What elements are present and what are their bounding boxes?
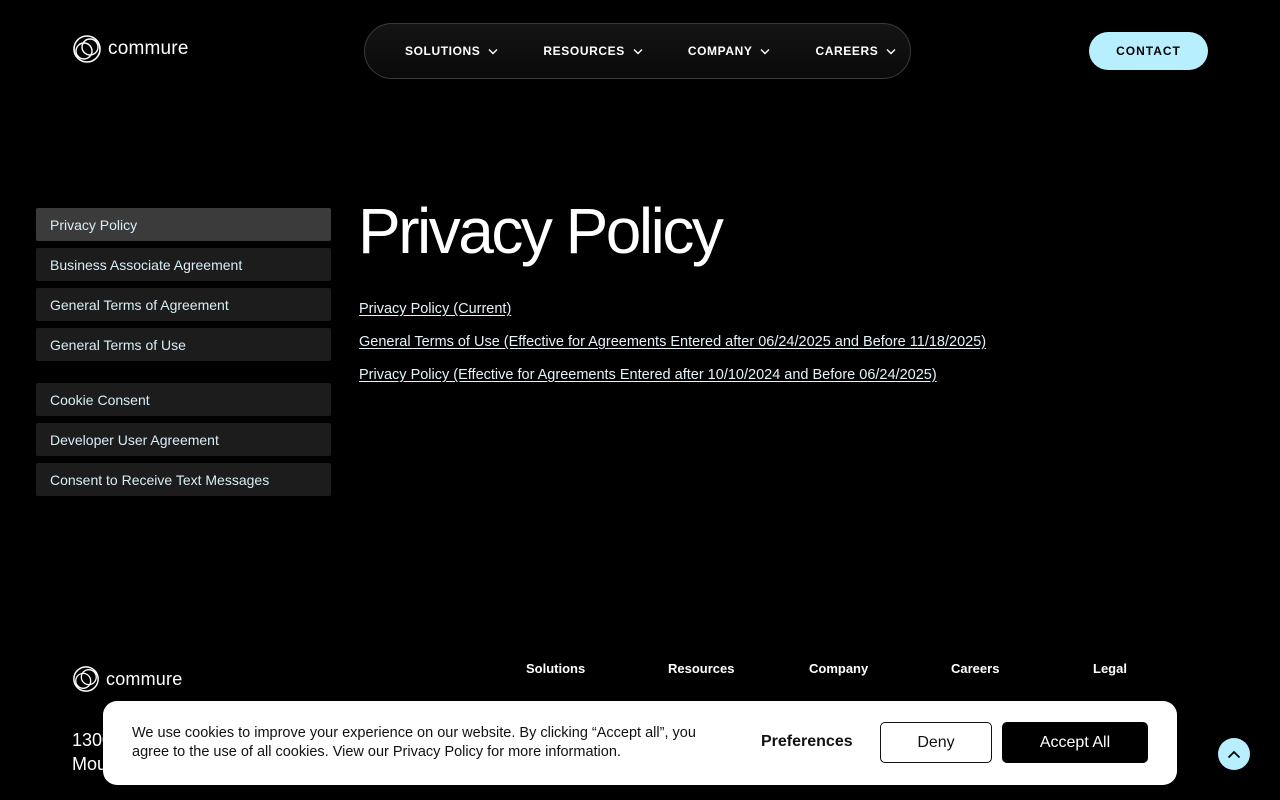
doc-link-privacy-2024[interactable]: Privacy Policy (Effective for Agreements… [359,367,937,383]
footer-heading-company: Company [809,661,869,676]
logo-text: commure [106,668,183,689]
cookie-message: We use cookies to improve your experienc… [132,725,696,760]
page-title: Privacy Policy [358,195,724,267]
scroll-to-top-button[interactable] [1218,738,1250,770]
nav-solutions[interactable]: SOLUTIONS [405,44,498,58]
main-nav: SOLUTIONS RESOURCES COMPANY CAREERS [364,23,911,79]
sidebar-item-cookie-consent[interactable]: Cookie Consent [36,383,331,416]
chevron-up-icon [1227,750,1241,758]
footer-heading-careers: Careers [951,661,1000,676]
sidebar-item-consent-text-messages[interactable]: Consent to Receive Text Messages [36,463,331,496]
logo-text: commure [108,38,189,59]
nav-careers[interactable]: CAREERS [815,44,896,58]
nav-label: COMPANY [687,44,753,58]
doc-link-privacy-current[interactable]: Privacy Policy (Current) [359,301,511,317]
footer-logo[interactable]: commure [72,665,182,693]
deny-button[interactable]: Deny [880,722,992,763]
chevron-down-icon [886,48,896,54]
accept-all-button[interactable]: Accept All [1002,722,1148,763]
doc-link-terms-of-use-2025[interactable]: General Terms of Use (Effective for Agre… [359,334,986,350]
nav-label: RESOURCES [543,44,625,58]
chevron-down-icon [760,48,770,54]
nav-resources[interactable]: RESOURCES [543,44,643,58]
footer-heading-resources: Resources [668,661,735,676]
commure-logo[interactable]: commure [72,34,189,64]
sidebar-item-privacy-policy[interactable]: Privacy Policy [36,208,331,241]
sidebar-item-business-associate-agreement[interactable]: Business Associate Agreement [36,248,331,281]
commure-logo-icon [73,35,101,63]
nav-company[interactable]: COMPANY [688,44,771,58]
sidebar-item-general-terms-of-use[interactable]: General Terms of Use [36,328,331,361]
preferences-button[interactable]: Preferences [761,733,853,751]
nav-label: CAREERS [815,44,879,58]
footer-heading-solutions: Solutions [526,661,586,676]
contact-button[interactable]: CONTACT [1089,32,1208,70]
chevron-down-icon [633,48,643,54]
sidebar-item-developer-user-agreement[interactable]: Developer User Agreement [36,423,331,456]
footer-heading-legal: Legal [1093,661,1127,676]
chevron-down-icon [488,48,498,54]
commure-logo-icon [73,666,99,692]
sidebar-item-general-terms-of-agreement[interactable]: General Terms of Agreement [36,288,331,321]
nav-label: SOLUTIONS [405,44,481,58]
cookie-banner: We use cookies to improve your experienc… [103,701,1177,785]
